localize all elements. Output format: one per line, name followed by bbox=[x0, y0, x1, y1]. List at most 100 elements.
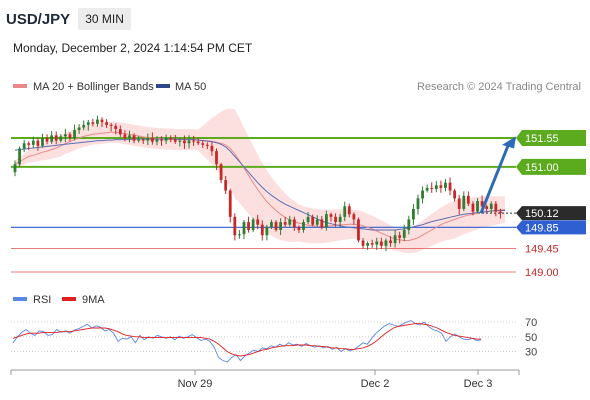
candle-body bbox=[164, 138, 168, 141]
candle-body bbox=[274, 222, 278, 230]
candle-body bbox=[288, 219, 292, 225]
candle-body bbox=[27, 143, 31, 145]
candle-body bbox=[315, 219, 319, 225]
rsi-ma-line bbox=[12, 323, 481, 357]
candle-body bbox=[196, 141, 200, 144]
candle-body bbox=[466, 195, 470, 204]
level-labels: 151.55 151.00 150.12 149.85 149.45 149.00 bbox=[516, 130, 586, 279]
candle-body bbox=[118, 129, 122, 135]
candle-body bbox=[36, 140, 40, 146]
rsi-ma-legend-swatch bbox=[62, 297, 76, 301]
candle-body bbox=[219, 164, 223, 181]
candle-body bbox=[178, 140, 182, 142]
candle-body bbox=[279, 222, 283, 230]
rsi-line bbox=[12, 320, 482, 363]
candle-body bbox=[489, 203, 493, 209]
candle-body bbox=[361, 240, 365, 246]
rsi-tick-label: 30 bbox=[525, 347, 537, 359]
candle-body bbox=[352, 214, 356, 220]
candle-body bbox=[82, 124, 86, 128]
candle-body bbox=[63, 134, 67, 137]
x-tick-label: Dec 3 bbox=[464, 378, 493, 390]
candle-body bbox=[421, 190, 424, 199]
candle-body bbox=[59, 136, 63, 141]
candle-body bbox=[471, 203, 475, 212]
candle-body bbox=[485, 206, 489, 209]
candle-body bbox=[22, 143, 26, 149]
candle-body bbox=[476, 201, 479, 212]
candle-body bbox=[430, 187, 434, 189]
rsi-pane: 70 50 30 bbox=[11, 317, 537, 363]
credit-text: Research © 2024 Trading Central bbox=[417, 81, 581, 93]
rsi-legend-label: RSI bbox=[33, 294, 51, 306]
candle-body bbox=[205, 144, 209, 146]
candle-body bbox=[297, 227, 301, 230]
candle-body bbox=[329, 214, 333, 217]
candle-body bbox=[169, 138, 173, 140]
rsi-legend-swatch bbox=[13, 297, 27, 301]
candle-body bbox=[270, 222, 273, 228]
candle-body bbox=[434, 185, 438, 189]
candle-body bbox=[325, 214, 328, 228]
candle-body bbox=[114, 125, 118, 130]
candle-body bbox=[311, 216, 315, 225]
rsi-tick-label: 50 bbox=[525, 332, 537, 344]
candle-body bbox=[439, 185, 443, 188]
candle-body bbox=[402, 229, 406, 238]
candle-body bbox=[100, 119, 104, 123]
candle-body bbox=[91, 122, 95, 124]
candle-body bbox=[448, 182, 452, 191]
candle-body bbox=[416, 198, 420, 209]
candle-body bbox=[256, 219, 260, 225]
candle-body bbox=[201, 143, 205, 145]
candle-body bbox=[499, 211, 502, 214]
candle-body bbox=[128, 135, 131, 138]
candle-body bbox=[146, 138, 150, 141]
candle-body bbox=[18, 148, 21, 165]
candle-body bbox=[54, 135, 58, 141]
chart-widget: USD/JPY 30 MIN Monday, December 2, 2024 … bbox=[0, 0, 590, 400]
candle-body bbox=[68, 134, 72, 138]
candle-body bbox=[302, 222, 305, 230]
candle-body bbox=[233, 216, 237, 236]
candle-body bbox=[247, 222, 250, 230]
candle-body bbox=[45, 138, 49, 142]
candle-body bbox=[155, 139, 159, 142]
candle-body bbox=[366, 243, 370, 246]
candle-body bbox=[389, 240, 392, 244]
candle-body bbox=[173, 139, 177, 142]
candle-body bbox=[160, 139, 163, 141]
candle-body bbox=[105, 122, 108, 125]
candle-body bbox=[192, 140, 195, 142]
current-price-label: 150.12 bbox=[525, 208, 559, 220]
candle-body bbox=[457, 198, 461, 209]
x-tick-label: Nov 29 bbox=[178, 378, 213, 390]
rsi-tick-label: 70 bbox=[525, 317, 537, 329]
candle-body bbox=[379, 241, 383, 246]
candle-body bbox=[96, 119, 99, 124]
rsi-ma-legend-label: 9MA bbox=[82, 294, 105, 306]
support-label-149-00: 149.00 bbox=[525, 267, 559, 279]
candle-body bbox=[183, 140, 186, 144]
ma50-legend-swatch bbox=[156, 84, 170, 88]
candle-body bbox=[338, 216, 342, 223]
support-label-149-45: 149.45 bbox=[525, 243, 559, 255]
candle-body bbox=[393, 235, 397, 244]
candle-body bbox=[343, 206, 347, 217]
candle-body bbox=[132, 135, 136, 141]
price-chart: MA 20 + Bollinger Bands MA 50 Research ©… bbox=[10, 81, 586, 390]
candle-body bbox=[237, 234, 241, 236]
candle-body bbox=[31, 140, 35, 145]
candle-body bbox=[137, 139, 141, 141]
candle-body bbox=[292, 219, 296, 228]
candle-body bbox=[251, 219, 255, 230]
candle-body bbox=[265, 227, 269, 236]
candle-body bbox=[306, 216, 310, 223]
candle-body bbox=[73, 130, 76, 138]
candle-body bbox=[357, 219, 360, 241]
candle-body bbox=[141, 139, 145, 141]
candle-body bbox=[453, 190, 457, 199]
time-axis: Nov 29 Dec 2 Dec 3 bbox=[10, 370, 520, 390]
candle-body bbox=[109, 124, 113, 126]
candle-body bbox=[398, 235, 402, 238]
